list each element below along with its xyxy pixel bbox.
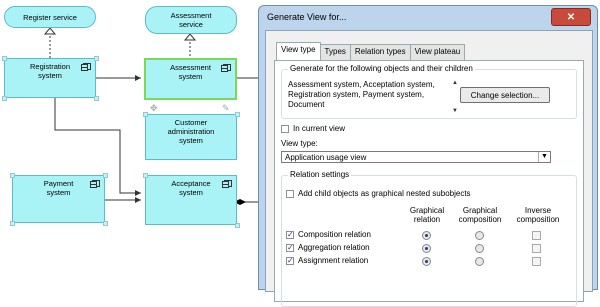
objects-list-text: Assessment system, Acceptation system, R… <box>288 80 435 109</box>
add-child-checkbox[interactable] <box>286 190 294 198</box>
tab-relation-types[interactable]: Relation types <box>349 44 411 60</box>
scroll-up-icon[interactable]: ▲ <box>452 78 458 88</box>
graphical-relation-radio[interactable] <box>422 231 431 240</box>
payment-system-node[interactable]: Payment system <box>12 175 105 223</box>
in-current-view-checkbox[interactable] <box>281 125 289 133</box>
inverse-composition-checkbox[interactable] <box>532 257 541 266</box>
selection-handle[interactable] <box>2 96 7 101</box>
aggregation-relation-label: Aggregation relation <box>298 243 370 252</box>
relation-settings-group: Relation settings Add child objects as g… <box>281 170 577 307</box>
objects-list[interactable]: Assessment system, Acceptation system, R… <box>288 80 458 114</box>
assignment-relation-label: Assignment relation <box>298 256 369 265</box>
objects-group-label: Generate for the following objects and t… <box>288 64 475 73</box>
acceptance-system-node[interactable]: Acceptance system <box>145 175 237 225</box>
pencil-icon[interactable]: ✎ <box>222 103 230 114</box>
node-label: Registration system <box>29 62 71 80</box>
in-current-view-label: In current view <box>293 124 346 133</box>
generate-view-dialog: Generate View for... ✕ View type Types R… <box>258 5 598 307</box>
registration-system-node[interactable]: Registration system <box>4 58 96 98</box>
inverse-composition-checkbox[interactable] <box>532 231 541 240</box>
node-label: Payment system <box>43 179 74 197</box>
node-label: Register service <box>23 12 77 22</box>
node-label: Assessment service <box>170 11 212 29</box>
flow-arrowhead <box>135 190 141 196</box>
assessment-service-node[interactable]: Assessment service <box>145 6 237 34</box>
column-header: Inverse composition <box>516 206 560 224</box>
change-selection-button[interactable]: Change selection... <box>460 87 550 103</box>
column-header: Graphical composition <box>458 206 502 224</box>
selection-handle[interactable] <box>143 173 148 178</box>
objects-group: Generate for the following objects and t… <box>281 64 577 119</box>
composition-relation-checkbox[interactable]: ✓ <box>286 231 294 239</box>
inverse-composition-checkbox[interactable] <box>532 244 541 253</box>
close-icon[interactable]: ✕ <box>551 8 591 26</box>
selection-handle[interactable] <box>10 173 15 178</box>
selection-handle[interactable] <box>94 56 99 61</box>
selection-handle[interactable] <box>10 221 15 226</box>
composition-relation-label: Composition relation <box>298 230 371 239</box>
tab-view-plateau[interactable]: View plateau <box>409 44 466 60</box>
selection-handle[interactable] <box>235 223 240 228</box>
node-label: Customer administration system <box>167 118 215 145</box>
flow-arrowhead <box>135 75 141 81</box>
selection-handle[interactable] <box>103 221 108 226</box>
chevron-down-icon[interactable]: ▼ <box>538 152 550 162</box>
component-icon <box>221 64 231 72</box>
column-header: Graphical relation <box>409 206 445 224</box>
move-icon[interactable]: ✥ <box>150 103 158 114</box>
view-type-select[interactable]: Application usage view ▼ <box>281 151 551 163</box>
realization-arrowhead <box>183 33 197 41</box>
scroll-down-icon[interactable]: ▼ <box>452 106 458 116</box>
flow-arrowhead <box>135 197 141 203</box>
selection-handle[interactable] <box>235 112 240 117</box>
graphical-composition-radio[interactable] <box>475 244 484 253</box>
tab-view-type[interactable]: View type <box>276 42 321 60</box>
selection-handle[interactable] <box>2 56 7 61</box>
component-icon <box>81 63 91 71</box>
graphical-composition-radio[interactable] <box>475 231 484 240</box>
register-service-node[interactable]: Register service <box>4 6 96 28</box>
node-label: Assessment system <box>170 63 211 81</box>
graphical-composition-radio[interactable] <box>475 257 484 266</box>
component-icon <box>222 180 232 188</box>
add-child-label: Add child objects as graphical nested su… <box>298 189 471 198</box>
component-icon <box>90 180 100 188</box>
assessment-system-node[interactable]: Assessment system <box>144 58 237 100</box>
selection-handle[interactable] <box>94 96 99 101</box>
tab-types[interactable]: Types <box>319 44 351 60</box>
assignment-relation-checkbox[interactable]: ✓ <box>286 257 294 265</box>
view-type-value: Application usage view <box>285 153 367 162</box>
graphical-relation-radio[interactable] <box>422 257 431 266</box>
tab-bar: View type Types Relation types View plat… <box>276 42 466 60</box>
graphical-relation-radio[interactable] <box>422 244 431 253</box>
aggregation-relation-checkbox[interactable]: ✓ <box>286 244 294 252</box>
realization-arrowhead <box>43 27 57 35</box>
view-type-label: View type: <box>281 139 318 148</box>
selection-handle[interactable] <box>103 173 108 178</box>
dialog-title: Generate View for... <box>267 12 347 22</box>
dialog-body: View type Types Relation types View plat… <box>265 30 593 307</box>
selection-handle[interactable] <box>143 112 148 117</box>
node-label: Acceptance system <box>171 179 211 197</box>
relation-settings-label: Relation settings <box>288 170 352 179</box>
customer-admin-system-node[interactable]: Customer administration system <box>145 114 237 160</box>
tab-panel-view-type: Generate for the following objects and t… <box>274 60 584 307</box>
